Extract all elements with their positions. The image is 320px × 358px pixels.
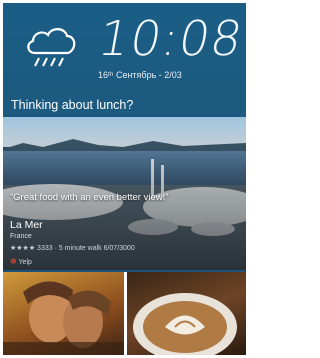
latte-photo-tile[interactable] <box>127 272 246 355</box>
review-quote: “Great food with an even better view!” <box>10 192 169 203</box>
restaurant-region: France <box>10 233 32 240</box>
source-label: Yelp <box>18 259 32 266</box>
source-row: ✽ Yelp <box>10 257 32 266</box>
rating-row: ★★★★ 3333 · 5 minute walk 6/07/3000 <box>10 245 135 252</box>
phone-screen: 10:08 16ᵗʰ Сентябрь - 2/03 Thinking abou… <box>3 3 246 355</box>
cloud-rain-icon <box>27 28 76 67</box>
restaurant-card[interactable]: “Great food with an even better view!” L… <box>3 117 246 270</box>
yelp-icon: ✽ <box>10 257 17 266</box>
clock-weather-widget[interactable]: 10:08 16ᵗʰ Сентябрь - 2/03 <box>3 3 246 95</box>
clock-date: 16ᵗʰ Сентябрь - 2/03 <box>98 70 182 80</box>
couple-photo <box>3 281 124 355</box>
suggestion-banner[interactable]: Thinking about lunch? <box>3 95 246 117</box>
restaurant-name: La Mer <box>10 219 43 231</box>
couple-photo-tile[interactable] <box>3 272 124 355</box>
banner-title: Thinking about lunch? <box>11 98 134 112</box>
latte-photo <box>133 293 237 355</box>
clock-time: 10:08 <box>94 11 246 67</box>
